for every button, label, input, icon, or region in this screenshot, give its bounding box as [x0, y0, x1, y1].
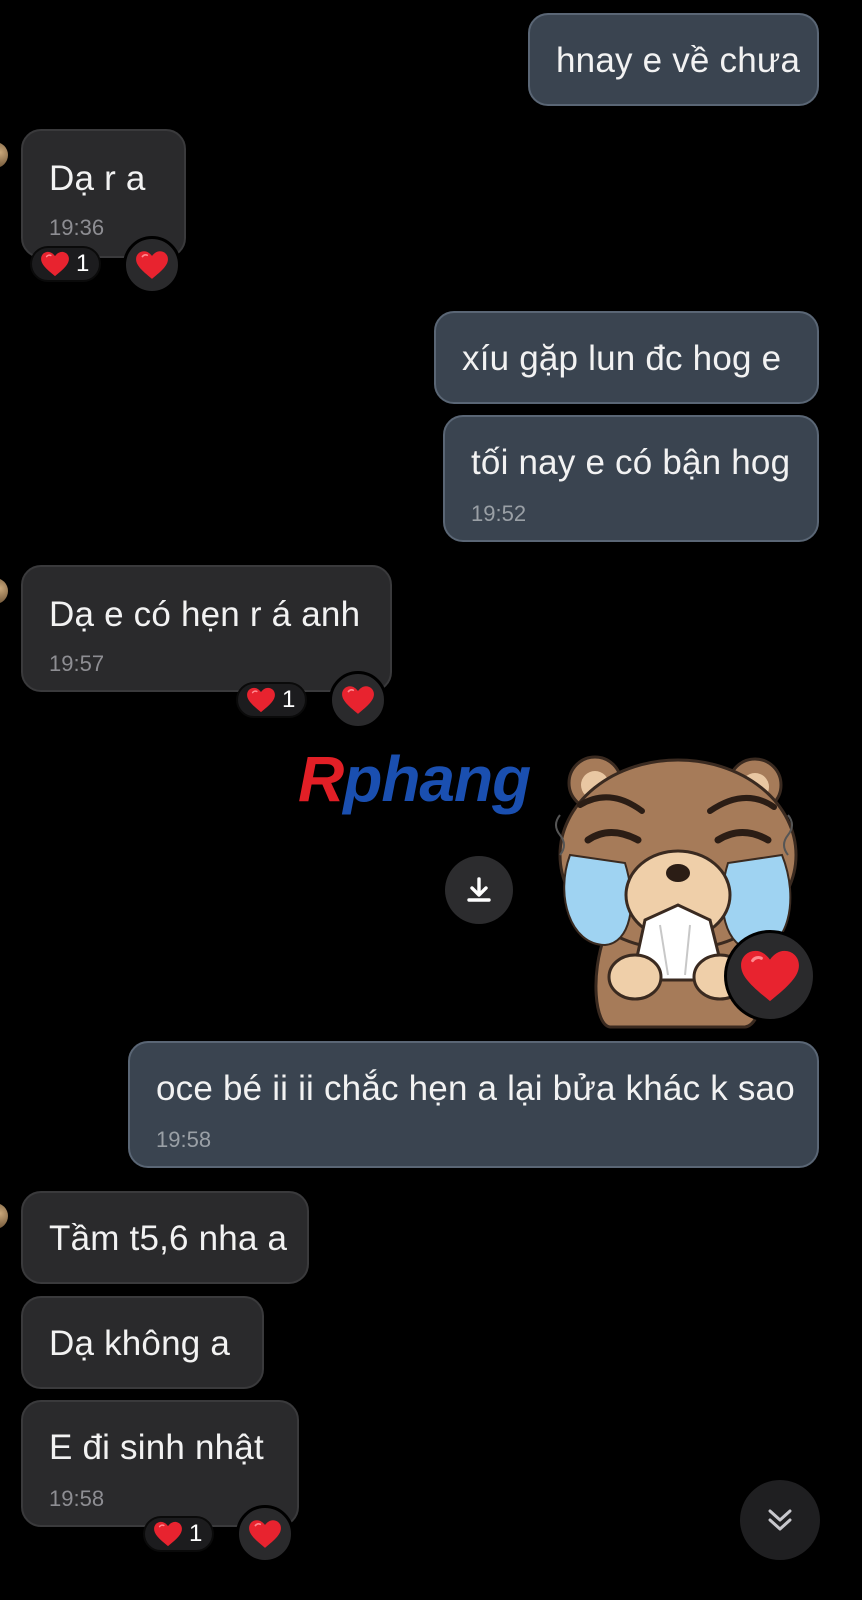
chevron-double-down-icon [768, 1509, 792, 1531]
message-bubble-received[interactable]: Dạ e có hẹn r á anh 19:57 [21, 565, 392, 692]
reaction-count-number: 1 [189, 1520, 203, 1547]
message-bubble-sent[interactable]: hnay e về chưa [528, 13, 819, 106]
message-bubble-sent[interactable]: oce bé ii ii chắc hẹn a lại bửa khác k s… [128, 1041, 819, 1168]
message-time: 19:58 [156, 1127, 212, 1152]
message-text: Dạ r a [49, 159, 146, 198]
heart-icon [135, 250, 169, 280]
avatar[interactable] [0, 578, 8, 604]
heart-icon [248, 1519, 282, 1549]
message-text: oce bé ii ii chắc hẹn a lại bửa khác k s… [156, 1069, 795, 1108]
download-button[interactable] [445, 856, 513, 924]
message-time: 19:58 [49, 1486, 105, 1511]
sticker-reaction[interactable] [724, 930, 816, 1022]
message-text: E đi sinh nhật [49, 1428, 264, 1467]
watermark-part-2: phang [343, 743, 531, 815]
react-button[interactable] [123, 236, 181, 294]
react-button[interactable] [236, 1505, 294, 1563]
message-bubble-sent[interactable]: xíu gặp lun đc hog e [434, 311, 819, 404]
reaction-count[interactable]: 1 [30, 246, 102, 282]
reaction-count-number: 1 [76, 250, 90, 277]
reaction-count[interactable]: 1 [143, 1516, 215, 1552]
message-text: hnay e về chưa [556, 41, 801, 80]
message-bubble-received[interactable]: Dạ không a [21, 1296, 264, 1389]
message-time: 19:52 [471, 501, 527, 526]
avatar[interactable] [0, 1203, 8, 1229]
heart-icon [341, 685, 375, 715]
message-bubble-received[interactable]: Tầm t5,6 nha a [21, 1191, 309, 1284]
message-bubble-sent[interactable]: tối nay e có bận hog 19:52 [443, 415, 819, 542]
download-icon [467, 877, 491, 902]
message-text: Dạ không a [49, 1324, 231, 1363]
react-button[interactable] [329, 671, 387, 729]
message-text: tối nay e có bận hog [471, 443, 791, 482]
heart-icon [40, 251, 70, 277]
message-time: 19:57 [49, 651, 105, 676]
heart-icon [739, 949, 801, 1003]
message-text: Tầm t5,6 nha a [49, 1219, 288, 1258]
avatar[interactable] [0, 142, 8, 168]
heart-icon [153, 1521, 183, 1547]
message-text: xíu gặp lun đc hog e [462, 339, 782, 378]
watermark-part-1: R [298, 743, 344, 815]
heart-icon [246, 687, 276, 713]
watermark-logo: Rphang [298, 742, 531, 816]
reaction-count[interactable]: 1 [236, 682, 308, 718]
scroll-to-bottom-button[interactable] [740, 1480, 820, 1560]
reaction-count-number: 1 [282, 686, 296, 713]
message-text: Dạ e có hẹn r á anh [49, 595, 361, 634]
message-time: 19:36 [49, 215, 105, 240]
